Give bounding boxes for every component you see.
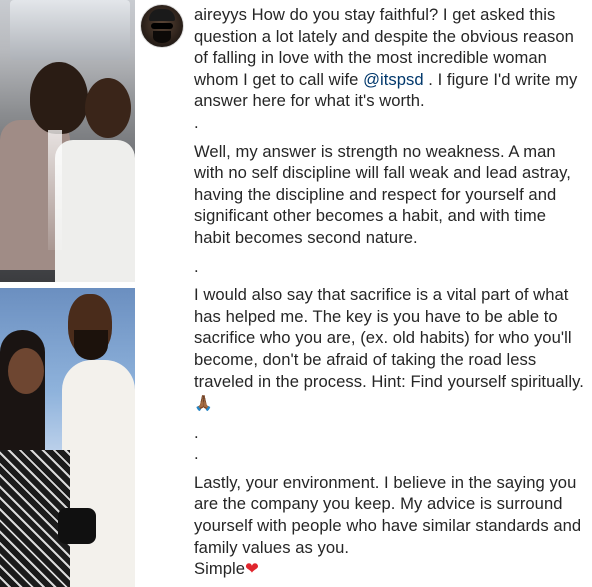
caption-closing-text: Simple: [194, 559, 246, 579]
avatar-hat: [149, 9, 175, 21]
photo-water-splash: [48, 130, 62, 250]
photo-man-suit: [62, 360, 135, 587]
post-photo-top[interactable]: [0, 0, 135, 282]
photo-clutch-bag: [58, 508, 96, 544]
caption-paragraph-3: Lastly, your environment. I believe in t…: [194, 472, 582, 557]
post-photo-bottom[interactable]: [0, 288, 135, 587]
caption-paragraph-2-text: I would also say that sacrifice is a vit…: [194, 285, 584, 391]
caption-intro: aireyys How do you stay faithful? I get …: [194, 4, 586, 112]
username-link[interactable]: aireyys: [194, 5, 247, 24]
caption-paragraph-2: I would also say that sacrifice is a vit…: [194, 284, 586, 415]
caption-dot: .: [194, 112, 199, 132]
mention-link[interactable]: @itspsd: [363, 70, 424, 89]
caption-closing: Simple❤: [194, 558, 586, 580]
photo-woman-face: [8, 348, 44, 394]
caption-dot: .: [194, 444, 199, 464]
photo-person-right: [55, 140, 135, 282]
caption-paragraph-1: Well, my answer is strength no weakness.…: [194, 141, 571, 247]
caption-dot: .: [194, 256, 199, 276]
avatar-sunglasses: [151, 23, 173, 29]
photo-background-object: [10, 0, 130, 60]
praying-hands-icon: 🙏🏾: [194, 394, 213, 413]
photo-person-left-head: [30, 62, 88, 134]
post-caption: aireyys How do you stay faithful? I get …: [194, 4, 586, 580]
avatar-beard: [153, 31, 171, 43]
instagram-post-screenshot: aireyys How do you stay faithful? I get …: [0, 0, 592, 587]
photo-person-right-head: [85, 78, 131, 138]
photo-man-beard: [74, 330, 108, 360]
heart-icon: ❤: [245, 559, 259, 579]
profile-avatar[interactable]: [140, 4, 184, 48]
caption-dot: .: [194, 422, 199, 442]
